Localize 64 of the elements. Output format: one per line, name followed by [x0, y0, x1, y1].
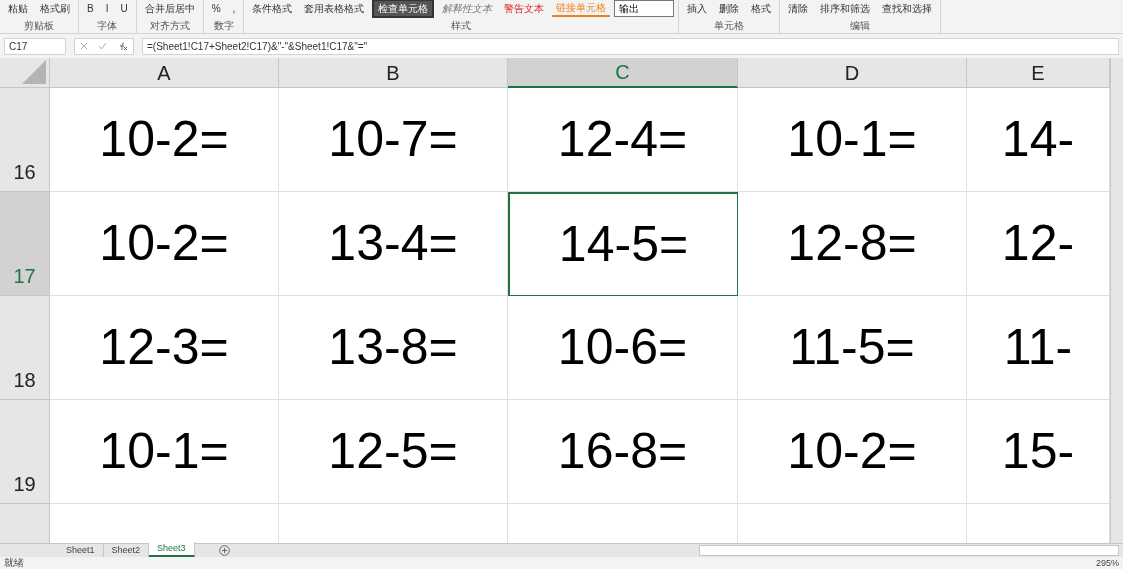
- zoom-level: 295%: [1095, 557, 1119, 569]
- table-cell: 10-2=: [738, 400, 967, 504]
- ribbon-group-label: 对齐方式: [148, 19, 191, 33]
- horizontal-scrollbar[interactable]: [699, 545, 1119, 556]
- table-cell: 16-8=: [508, 400, 738, 504]
- ribbon-button[interactable]: 套用表格格式: [300, 0, 369, 16]
- cancel-icon[interactable]: [80, 42, 89, 50]
- ribbon-button[interactable]: 合并后居中: [140, 0, 199, 16]
- name-box[interactable]: C17: [4, 37, 66, 55]
- ribbon-group-label: 剪贴板: [23, 19, 55, 33]
- ribbon-button[interactable]: 查找和选择: [878, 0, 937, 16]
- ribbon-group-label: 数字: [212, 19, 235, 33]
- table-cell: 10-2=: [50, 192, 279, 296]
- table-cell: 13-4=: [279, 192, 508, 296]
- table-cell: 14-5=: [508, 192, 738, 296]
- cell-style-button[interactable]: 检查单元格: [372, 0, 435, 18]
- ribbon-button[interactable]: 删除: [715, 0, 744, 16]
- ribbon-button[interactable]: 条件格式: [248, 0, 297, 16]
- ribbon-button[interactable]: 粘贴: [4, 0, 32, 16]
- column-header[interactable]: B: [279, 58, 508, 88]
- ribbon-group-label: 单元格: [713, 19, 746, 33]
- ribbon-button[interactable]: 插入: [683, 0, 712, 16]
- ribbon-button[interactable]: 格式刷: [36, 0, 74, 16]
- ribbon-group-label: 编辑: [849, 19, 872, 33]
- cell-style-button[interactable]: 解释性文本: [438, 0, 497, 16]
- column-header[interactable]: D: [738, 58, 967, 88]
- table-cell: 10-6=: [508, 296, 738, 400]
- status-text: 就绪: [4, 557, 24, 569]
- table-cell: 12-5=: [279, 400, 508, 504]
- select-all-icon[interactable]: [22, 60, 46, 84]
- row-header[interactable]: 19: [0, 400, 50, 504]
- cell-style-button[interactable]: 输出: [614, 0, 675, 17]
- table-cell: 10-7=: [279, 88, 508, 192]
- ribbon-group-label: 样式: [450, 19, 473, 33]
- function-icon[interactable]: [117, 41, 128, 51]
- table-cell: 10-2=: [50, 88, 279, 192]
- formula-field[interactable]: =(Sheet1!C17+Sheet2!C17)&"-"&Sheet1!C17&"=": [142, 37, 1119, 55]
- table-cell: 12-4=: [508, 88, 738, 192]
- table-cell: 12-3=: [50, 296, 279, 400]
- row-header[interactable]: 17: [0, 192, 50, 296]
- ribbon-button[interactable]: U: [116, 0, 132, 16]
- column-header[interactable]: E: [967, 58, 1110, 88]
- column-header[interactable]: C: [508, 58, 738, 88]
- cell-style-button[interactable]: 警告文本: [500, 0, 549, 16]
- table-cell: 13-8=: [279, 296, 508, 400]
- row-header[interactable]: 18: [0, 296, 50, 400]
- vertical-scrollbar[interactable]: [1110, 58, 1123, 543]
- ribbon-button[interactable]: 排序和筛选: [816, 0, 875, 16]
- ribbon-button[interactable]: 清除: [784, 0, 813, 16]
- row-header[interactable]: 16: [0, 88, 50, 192]
- check-icon[interactable]: [98, 42, 108, 50]
- ribbon-group-label: 字体: [96, 19, 119, 33]
- table-cell: 11-5=: [738, 296, 967, 400]
- column-header[interactable]: A: [50, 58, 279, 88]
- ribbon-button[interactable]: I: [101, 0, 113, 16]
- sheet-tab[interactable]: Sheet3: [149, 542, 195, 557]
- add-sheet-icon[interactable]: [218, 545, 230, 556]
- ribbon-button[interactable]: ,: [228, 0, 240, 16]
- table-cell: 10-1=: [50, 400, 279, 504]
- table-cell: 10-1=: [738, 88, 967, 192]
- ribbon-button[interactable]: %: [207, 0, 225, 16]
- ribbon-button[interactable]: B: [83, 0, 98, 16]
- table-cell: 12-8=: [738, 192, 967, 296]
- ribbon-button[interactable]: 格式: [747, 0, 776, 16]
